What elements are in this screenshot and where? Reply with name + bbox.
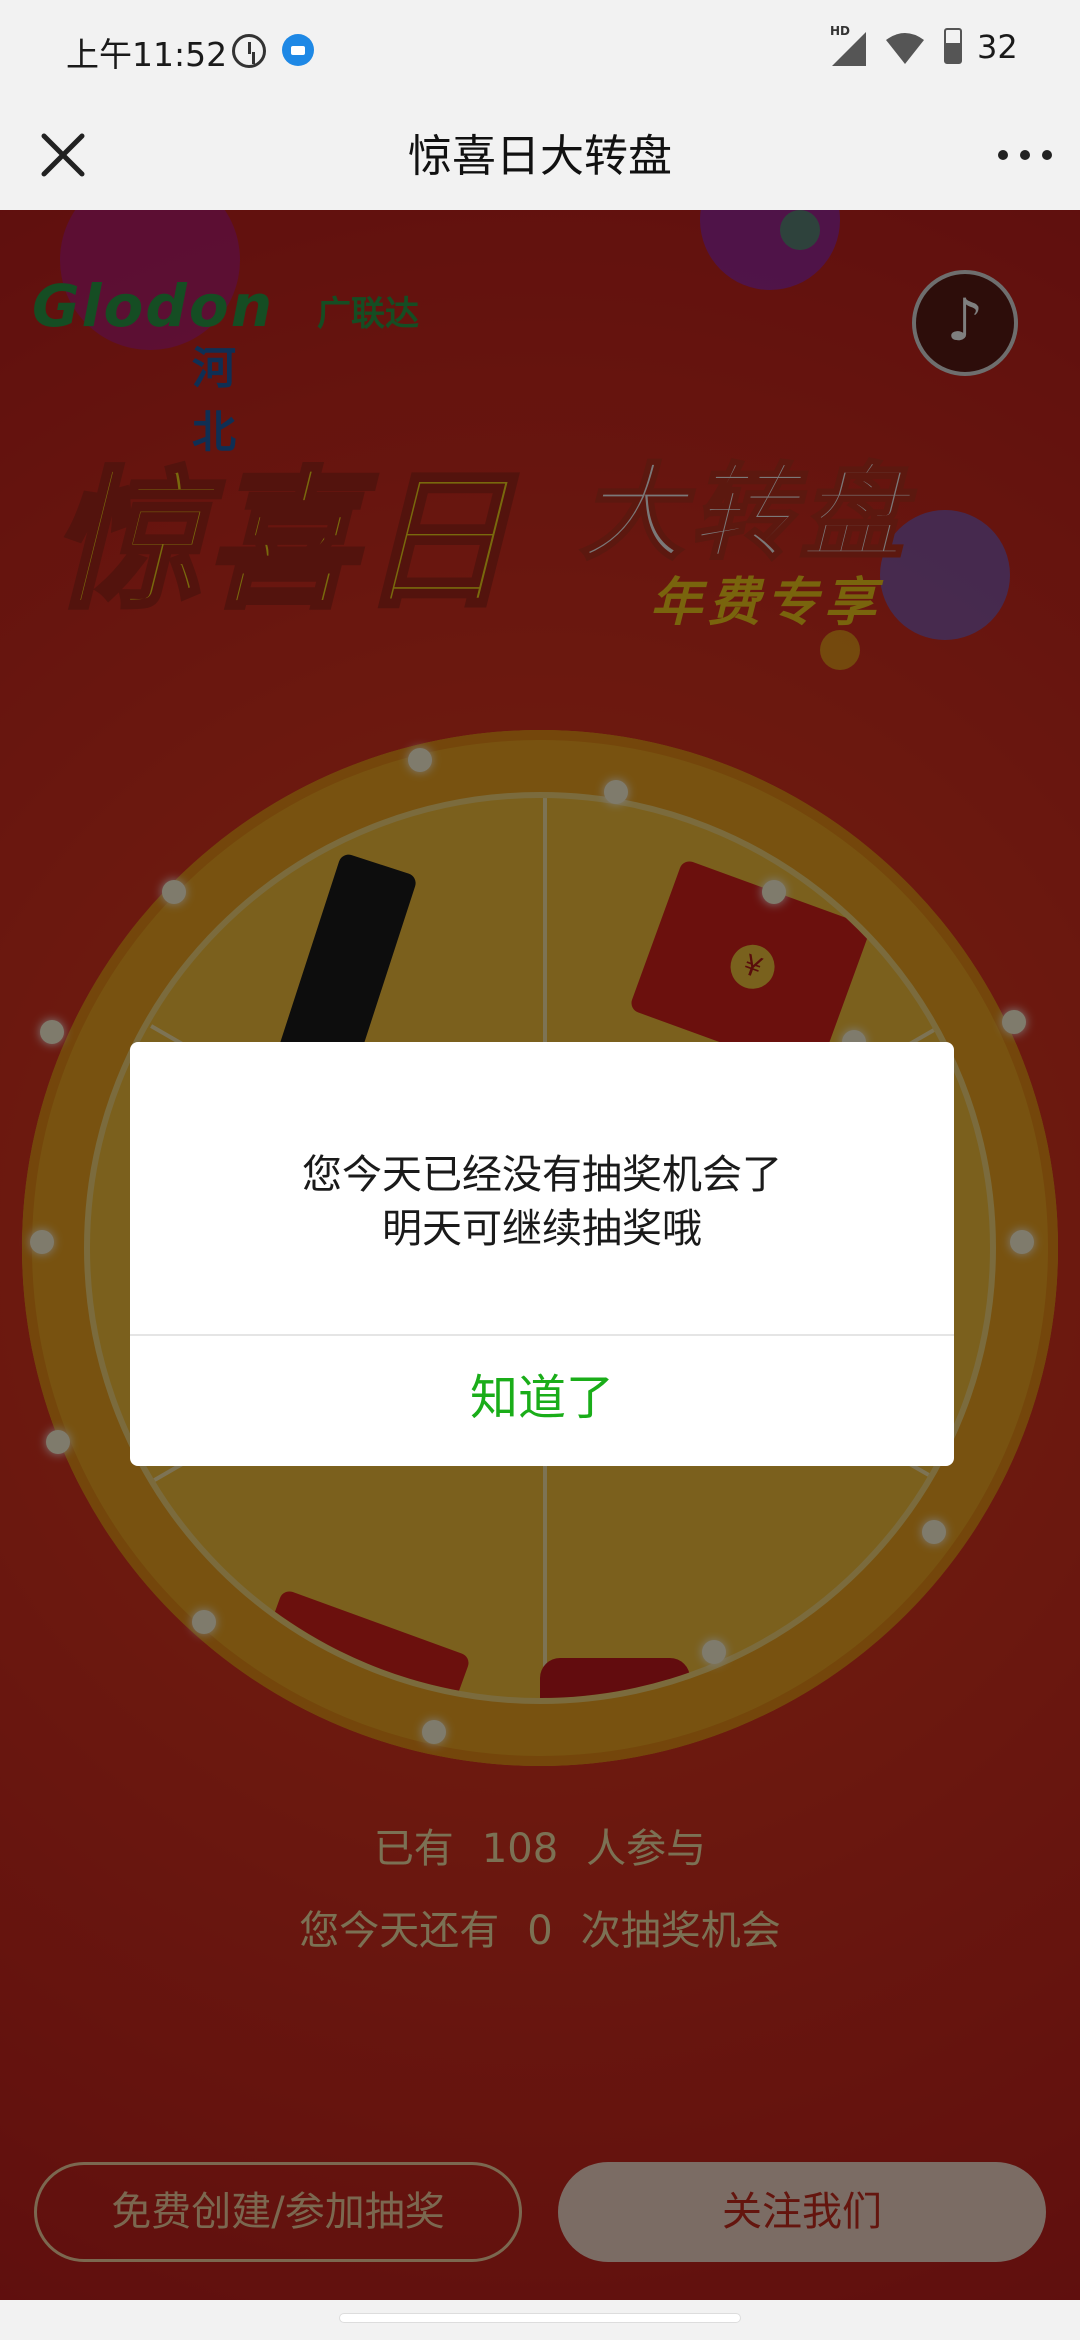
signal-icon — [832, 32, 866, 66]
message-icon — [282, 34, 314, 66]
status-time: 上午11:52 — [66, 35, 228, 74]
no-chances-dialog: 您今天已经没有抽奖机会了 明天可继续抽奖哦 知道了 — [130, 1042, 954, 1466]
system-nav-bar — [0, 2300, 1080, 2340]
dialog-message: 您今天已经没有抽奖机会了 明天可继续抽奖哦 — [130, 1148, 954, 1256]
title-bar: 惊喜日大转盘 — [0, 100, 1080, 210]
home-indicator[interactable] — [340, 2314, 740, 2322]
status-bar: 上午11:52 HD 32 — [0, 0, 1080, 100]
alarm-icon — [232, 34, 266, 68]
dialog-line-1: 您今天已经没有抽奖机会了 — [302, 1152, 782, 1198]
page-title: 惊喜日大转盘 — [408, 131, 672, 182]
battery-level: 32 — [977, 28, 1018, 66]
dialog-line-2: 明天可继续抽奖哦 — [382, 1206, 702, 1252]
dialog-confirm-button[interactable]: 知道了 — [130, 1336, 954, 1466]
more-options-icon[interactable] — [990, 130, 1060, 180]
wifi-icon — [886, 33, 924, 64]
battery-icon — [944, 28, 962, 64]
